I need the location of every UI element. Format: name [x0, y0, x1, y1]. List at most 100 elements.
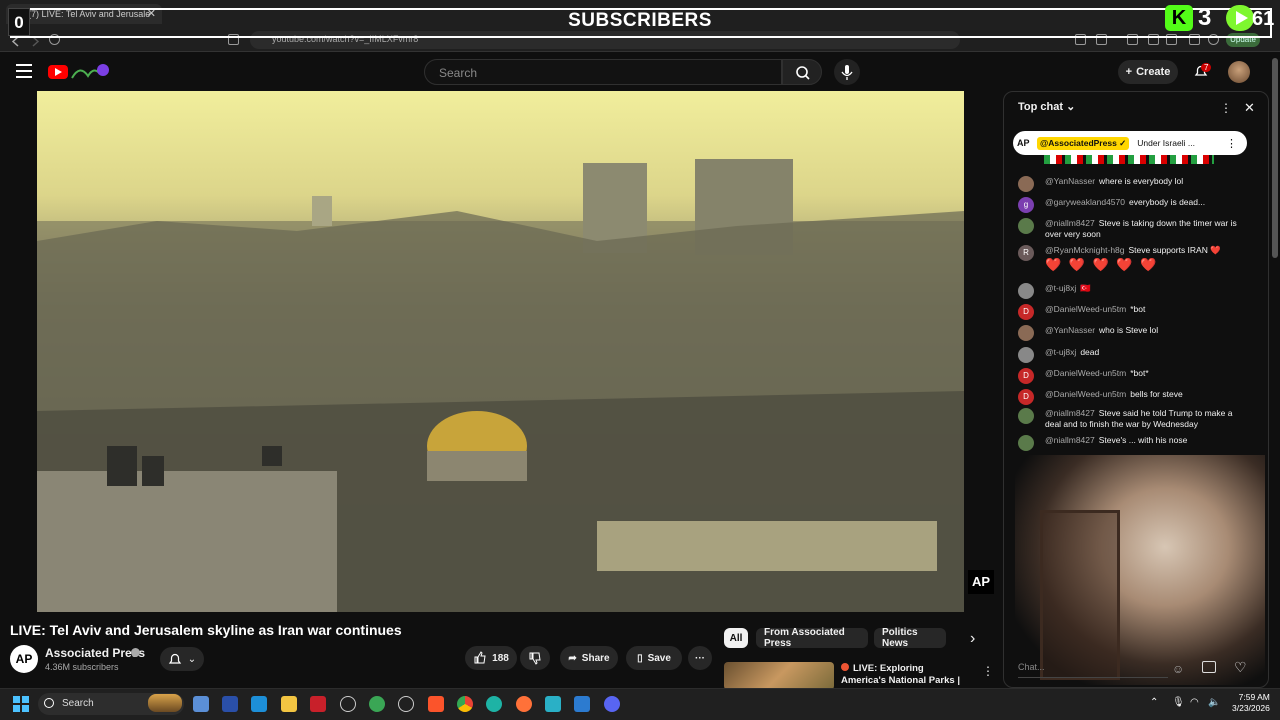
- video-player[interactable]: [37, 91, 964, 612]
- live-dot-icon: [841, 663, 849, 671]
- rumble-logo-icon: [1226, 5, 1254, 31]
- hamburger-menu-icon[interactable]: [16, 64, 32, 78]
- voice-search-icon[interactable]: [834, 59, 860, 85]
- verified-badge-icon: [131, 648, 140, 657]
- subscription-bell-button[interactable]: ⌄: [160, 647, 204, 671]
- brave-browser-icon[interactable]: [428, 696, 444, 712]
- windows-start-icon[interactable]: [13, 696, 29, 712]
- youtube-logo-icon[interactable]: [48, 65, 68, 79]
- chat-message[interactable]: @niallm8427 Steve is taking down the time…: [1018, 218, 1246, 240]
- clock-app-icon[interactable]: [340, 696, 356, 712]
- chat-menu-icon[interactable]: ⋮: [1220, 101, 1232, 115]
- edge-icon[interactable]: [486, 696, 502, 712]
- chip-all[interactable]: All: [724, 628, 748, 648]
- share-icon: ➦: [568, 652, 577, 664]
- discord-icon[interactable]: [604, 696, 620, 712]
- search-input[interactable]: Search: [424, 59, 782, 85]
- search-button[interactable]: [782, 59, 822, 85]
- chat-header-label: Top chat: [1018, 101, 1064, 113]
- like-count: 188: [492, 652, 509, 664]
- flag-emoji-row: [1044, 155, 1214, 164]
- chat-message[interactable]: @t-uj8xj 🇹🇷: [1018, 283, 1246, 299]
- volume-icon[interactable]: 🔈: [1208, 697, 1220, 708]
- pinned-menu-icon[interactable]: ⋮: [1226, 137, 1237, 150]
- taskbar-clock[interactable]: 7:59 AM 3/23/2026: [1232, 692, 1270, 714]
- chat-message[interactable]: @YanNasser where is everybody lol: [1018, 176, 1246, 192]
- save-label: Save: [647, 652, 671, 664]
- emoji-icon[interactable]: ☺: [1172, 662, 1184, 676]
- like-button[interactable]: 188: [465, 646, 517, 670]
- chat-input[interactable]: Chat...: [1018, 656, 1168, 678]
- kick-logo-icon: K: [1165, 5, 1193, 31]
- thumbs-down-icon: [529, 652, 541, 665]
- obs-icon[interactable]: [398, 696, 414, 712]
- chat-message-text: dead: [1080, 347, 1100, 357]
- overlay-left-count: 0: [8, 8, 30, 36]
- app-infinity-icon[interactable]: [545, 696, 561, 712]
- create-label: Create: [1136, 66, 1171, 78]
- wifi-icon[interactable]: ◠: [1190, 697, 1199, 708]
- chip-politics-news[interactable]: Politics News: [874, 627, 946, 649]
- chat-message-text: bells for steve: [1130, 389, 1183, 399]
- pinned-message[interactable]: AP @AssociatedPress ✓ Under Israeli ... …: [1013, 131, 1247, 155]
- microphone-tray-icon[interactable]: 🎙: [1172, 697, 1185, 708]
- heart-emojis: ❤️ ❤️ ❤️ ❤️ ❤️: [1045, 257, 1159, 272]
- chat-message[interactable]: R @RyanMcknight-h8g Steve supports IRAN ❤️: [1018, 245, 1246, 261]
- chat-message[interactable]: @YanNasser who is Steve lol: [1018, 325, 1246, 341]
- chat-message[interactable]: @t-uj8xj dead: [1018, 347, 1246, 363]
- chat-author-avatar: D: [1018, 304, 1034, 320]
- chat-close-icon[interactable]: ✕: [1244, 100, 1255, 116]
- chrome-icon[interactable]: [457, 696, 473, 712]
- more-actions-button[interactable]: ···: [688, 646, 712, 670]
- netflix-icon[interactable]: [310, 696, 326, 712]
- chat-message[interactable]: D @DanielWeed-un5tm *bot*: [1018, 368, 1246, 384]
- taskbar-search-icon: [44, 698, 54, 708]
- share-button[interactable]: ➦ Share: [560, 646, 618, 670]
- chat-message[interactable]: @niallm8427 Steve's ... with his nose: [1018, 435, 1246, 451]
- system-tray-chevron-icon[interactable]: ⌃: [1150, 697, 1158, 708]
- outlook-icon[interactable]: [222, 696, 238, 712]
- save-button[interactable]: ▯ Save: [626, 646, 682, 670]
- youtube-doodle-icon[interactable]: [70, 62, 110, 82]
- chat-author-avatar: [1018, 347, 1034, 363]
- chat-author-avatar: [1018, 218, 1034, 234]
- chat-author-avatar: [1018, 435, 1034, 451]
- chat-message-text: *bot: [1130, 304, 1146, 314]
- vscode-icon[interactable]: [574, 696, 590, 712]
- chat-message[interactable]: D @DanielWeed-un5tm bells for steve: [1018, 389, 1246, 405]
- recommendation-menu-icon[interactable]: ⋮: [982, 664, 994, 678]
- task-view-icon[interactable]: [193, 696, 209, 712]
- recommendation-thumbnail[interactable]: [724, 662, 834, 690]
- user-avatar[interactable]: [1228, 61, 1250, 83]
- chat-message[interactable]: D @DanielWeed-un5tm *bot: [1018, 304, 1246, 320]
- chips-next-icon[interactable]: ›: [970, 630, 975, 648]
- chat-author: @YanNasser: [1045, 176, 1096, 186]
- dislike-button[interactable]: [520, 646, 550, 670]
- firefox-icon[interactable]: [516, 696, 532, 712]
- thumbs-up-icon: [474, 651, 486, 664]
- map-pin-icon[interactable]: [369, 696, 385, 712]
- channel-avatar[interactable]: AP: [10, 645, 38, 673]
- app-r-icon[interactable]: [251, 696, 267, 712]
- super-chat-icon[interactable]: [1202, 661, 1216, 673]
- chat-hearts: ❤️ ❤️ ❤️ ❤️ ❤️: [1018, 257, 1246, 272]
- chat-author-avatar: g: [1018, 197, 1034, 213]
- subscriber-count: 4.36M subscribers: [45, 662, 119, 672]
- chip-from-channel[interactable]: From Associated Press: [756, 627, 868, 649]
- chat-mode-dropdown[interactable]: Top chat ⌄: [1018, 100, 1075, 113]
- video-frame-skyline: [37, 159, 964, 612]
- chat-message[interactable]: @niallm8427 Steve said he told Trump to m…: [1018, 408, 1246, 430]
- pinned-author-avatar: AP: [1017, 138, 1030, 148]
- taskbar-widget-icon[interactable]: [148, 694, 182, 712]
- create-button[interactable]: + Create: [1118, 60, 1178, 84]
- chat-message-text: where is everybody lol: [1099, 176, 1184, 186]
- chat-message-text: Steve supports IRAN ❤️: [1128, 245, 1221, 255]
- chat-message-text: who is Steve lol: [1099, 325, 1159, 335]
- page-scrollbar[interactable]: [1272, 58, 1278, 258]
- chat-author: @garyweakland4570: [1045, 197, 1125, 207]
- heart-reaction-icon[interactable]: ♡: [1234, 659, 1247, 676]
- chat-message[interactable]: g @garyweakland4570 everybody is dead...: [1018, 197, 1246, 213]
- kick-subscriber-count: 3: [1198, 4, 1212, 31]
- chevron-down-icon: ⌄: [1066, 101, 1076, 113]
- file-explorer-icon[interactable]: [281, 696, 297, 712]
